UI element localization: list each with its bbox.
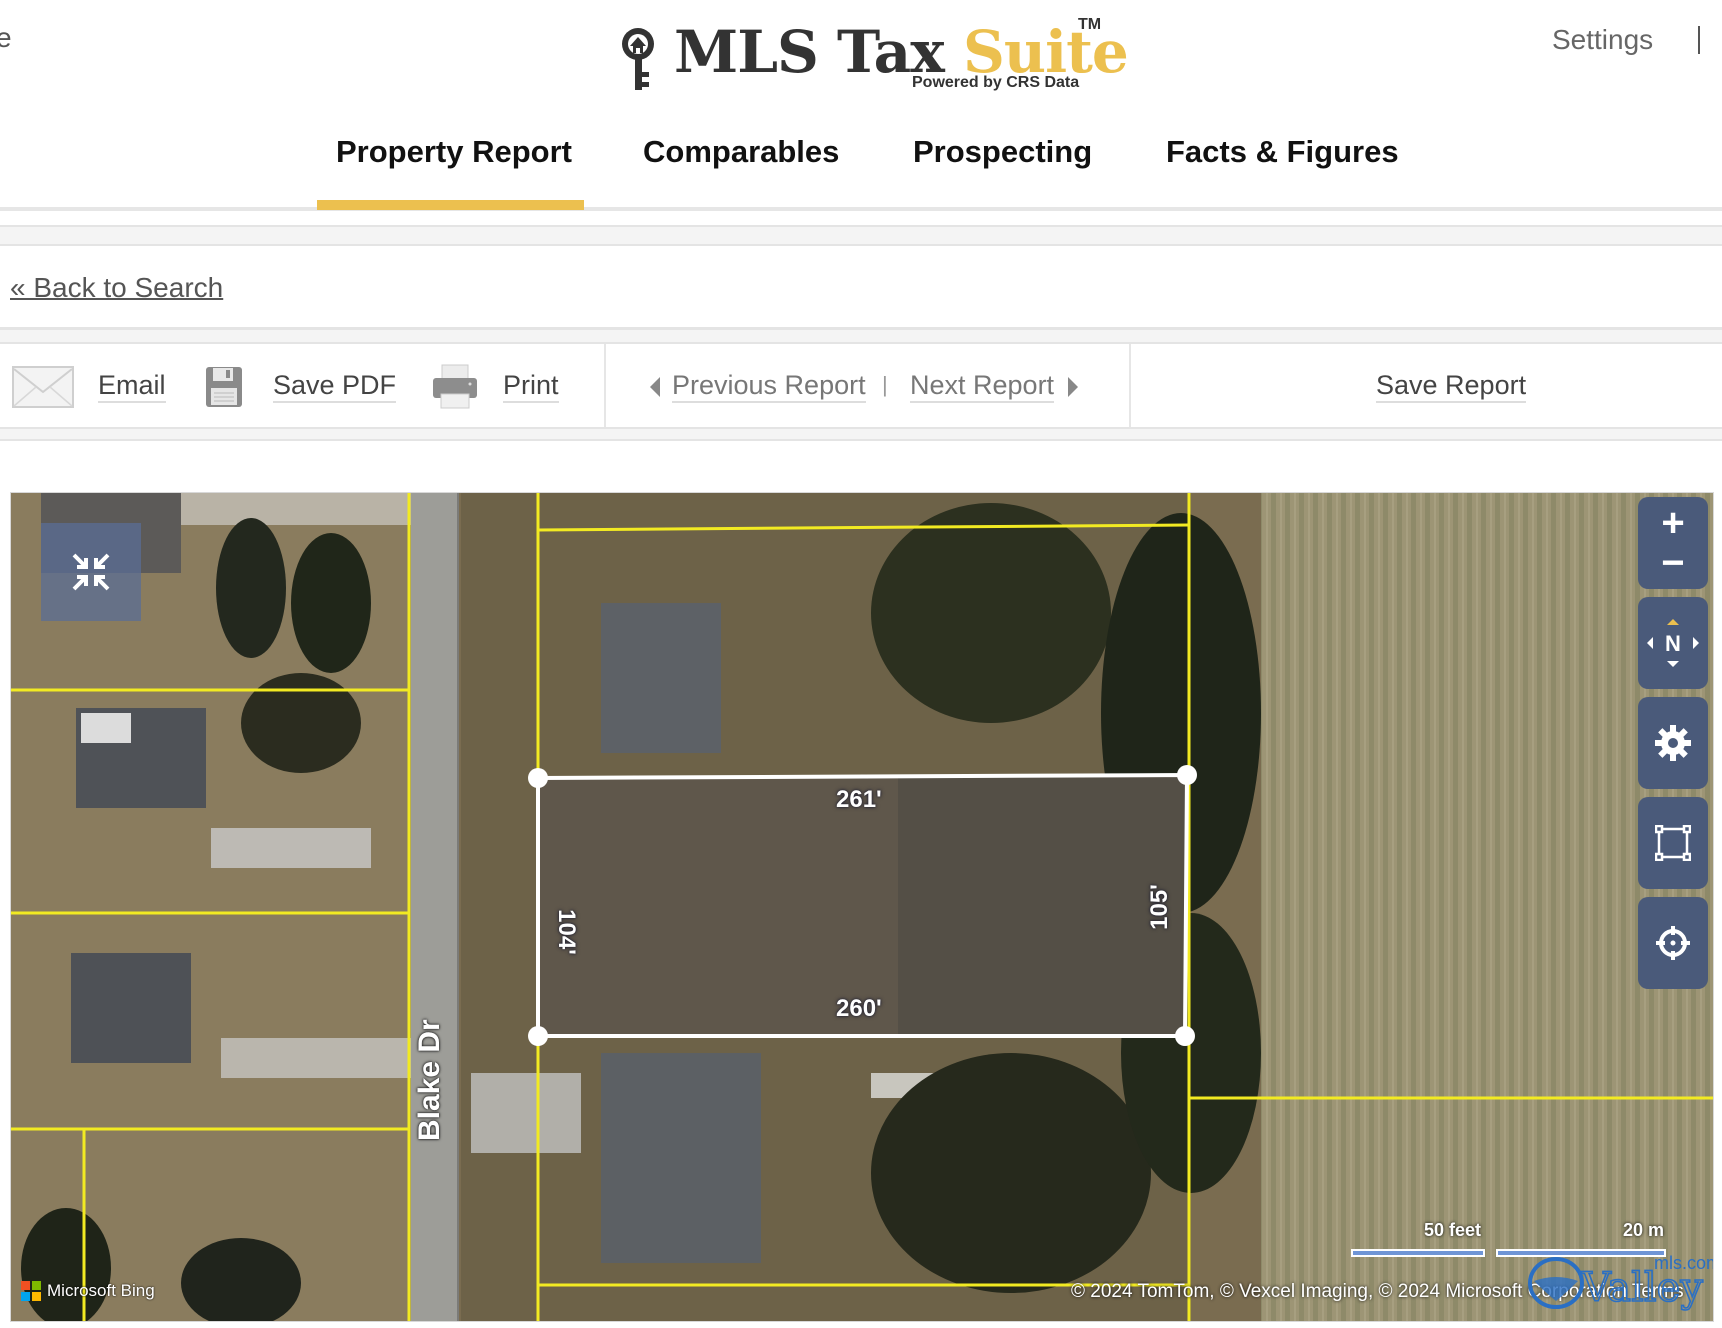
crosshair-icon — [1656, 926, 1690, 960]
scale-metric-label: 20 m — [1623, 1220, 1665, 1240]
locate-me-button[interactable] — [1638, 897, 1708, 989]
print-button[interactable]: Print — [432, 360, 559, 414]
toolbar-separator — [1129, 344, 1131, 428]
trademark-mark: TM — [1078, 16, 1102, 33]
select-area-icon — [1655, 825, 1691, 861]
floppy-disk-icon — [206, 367, 242, 407]
printer-icon — [433, 364, 477, 409]
draw-area-button[interactable] — [1638, 797, 1708, 889]
parcel-dimension-right: 105' — [1145, 884, 1173, 930]
section-divider — [0, 327, 1722, 344]
microsoft-logo-icon — [21, 1281, 41, 1301]
save-report-label: Save Report — [1376, 370, 1527, 404]
previous-report-label: Previous Report — [672, 370, 866, 404]
scale-bar-imperial — [1351, 1249, 1485, 1257]
valleymls-watermark: Valley mls.com — [1526, 1251, 1714, 1316]
email-label: Email — [98, 370, 166, 404]
tab-property-report[interactable]: Property Report — [336, 134, 572, 170]
email-button[interactable]: Email — [12, 360, 166, 414]
next-report-label: Next Report — [910, 370, 1055, 404]
zoom-control-group: + − — [1638, 497, 1708, 589]
map-settings-button[interactable] — [1638, 697, 1708, 789]
tab-prospecting[interactable]: Prospecting — [913, 134, 1092, 170]
aerial-map[interactable]: 261' 260' 104' 105' + − N Blake Dr 50 fe… — [10, 492, 1714, 1322]
parcel-dimension-top: 261' — [836, 786, 882, 813]
nav-separator: | — [882, 372, 888, 397]
compass-north-label: N — [1665, 631, 1681, 656]
zoom-out-button[interactable]: − — [1661, 543, 1684, 583]
compass-icon: N — [1647, 619, 1699, 667]
tab-facts-figures[interactable]: Facts & Figures — [1166, 134, 1399, 170]
gear-icon — [1655, 725, 1691, 761]
settings-link[interactable]: Settings — [1552, 24, 1653, 56]
save-pdf-label: Save PDF — [273, 370, 397, 404]
powered-by-text: Powered by CRS Data — [912, 74, 1080, 91]
save-report-button[interactable]: Save Report — [1376, 360, 1527, 414]
caret-right-icon — [1068, 377, 1079, 397]
active-tab-indicator — [317, 200, 584, 210]
collapse-map-button[interactable] — [41, 523, 141, 621]
section-divider — [0, 427, 1722, 441]
truncated-header-text: e — [0, 22, 12, 53]
tab-comparables[interactable]: Comparables — [643, 134, 839, 170]
key-house-icon — [622, 28, 654, 90]
compass-control[interactable]: N — [1638, 597, 1708, 689]
back-to-search-link[interactable]: « Back to Search — [10, 272, 223, 304]
zoom-in-button[interactable]: + — [1661, 503, 1684, 543]
street-label: Blake Dr — [413, 1019, 446, 1141]
aerial-imagery — [11, 493, 1713, 1321]
tabs-divider — [0, 207, 1722, 211]
mls-com-text: mls.com — [1654, 1253, 1714, 1273]
previous-report-button[interactable]: Previous Report — [648, 360, 866, 414]
scale-imperial-label: 50 feet — [1424, 1220, 1482, 1240]
toolbar-separator — [604, 344, 606, 428]
envelope-icon — [12, 366, 74, 408]
collapse-arrows-icon — [72, 553, 110, 591]
microsoft-bing-logo[interactable]: Microsoft Bing — [21, 1281, 155, 1301]
caret-left-icon — [650, 377, 660, 397]
parcel-dimension-bottom: 260' — [836, 995, 882, 1022]
main-tabs: Property Report Comparables Prospecting … — [0, 128, 1722, 208]
section-divider — [0, 225, 1722, 246]
header-divider — [1698, 26, 1700, 54]
save-pdf-button[interactable]: Save PDF — [205, 360, 397, 414]
mls-tax-suite-logo[interactable]: MLS Tax Suite TM Powered by CRS Data — [618, 14, 1129, 96]
parcel-dimension-left: 104' — [552, 909, 580, 955]
print-label: Print — [503, 370, 559, 404]
next-report-button[interactable]: Next Report — [910, 360, 1080, 414]
report-toolbar: Email Save PDF Print Previous Report | N… — [0, 344, 1722, 428]
bing-label: Microsoft Bing — [47, 1281, 155, 1300]
valley-logo-icon: Valley mls.com — [1528, 1253, 1714, 1312]
